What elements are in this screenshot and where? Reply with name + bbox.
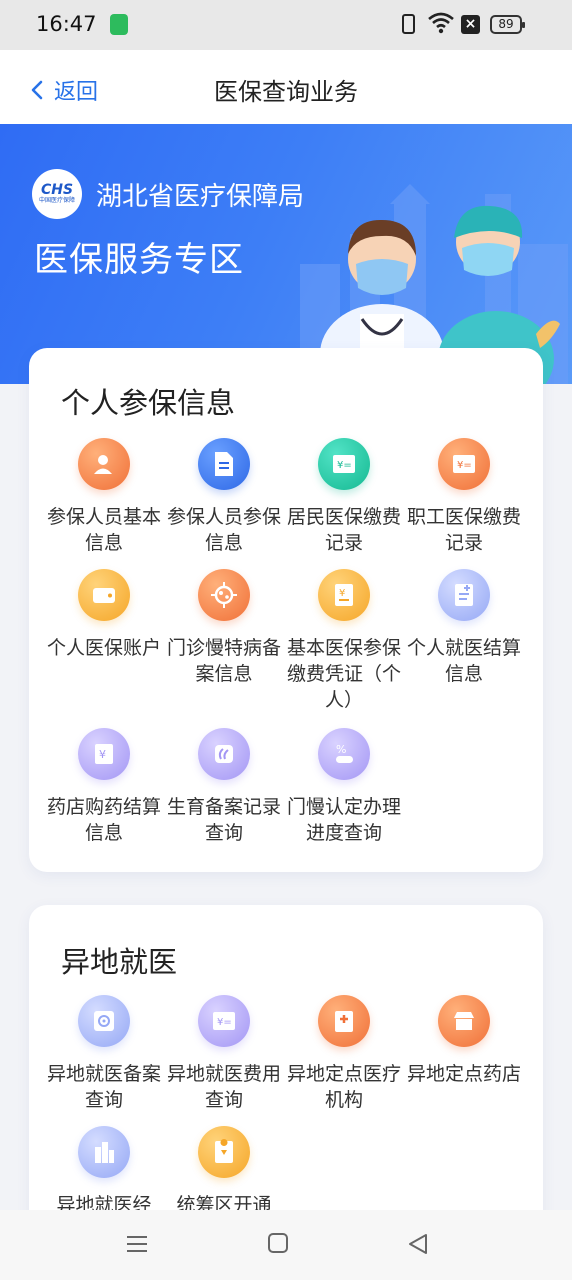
grid-item-remote-pharmacies[interactable]: 异地定点药店 xyxy=(404,995,524,1087)
grid-item-label: 异地定点药店 xyxy=(406,1063,521,1085)
grid-item-payment-voucher[interactable]: ¥ 基本医保参保缴费凭证（个人） xyxy=(284,569,404,713)
grid-item-pharmacy-settlement[interactable]: ¥ 药店购药结算信息 xyxy=(44,728,164,846)
zone-title: 医保服务专区 xyxy=(34,240,244,280)
wifi-icon xyxy=(428,12,454,34)
section-title: 个人参保信息 xyxy=(61,386,236,420)
maternity-icon xyxy=(198,728,250,780)
org-name: 湖北省医疗保障局 xyxy=(96,182,305,212)
store-icon xyxy=(438,995,490,1047)
grid-item-label: 异地定点医疗机构 xyxy=(286,1063,401,1111)
grid-item-chronic-disease[interactable]: 门诊慢特病备案信息 xyxy=(164,569,284,687)
back-nav-icon[interactable] xyxy=(407,1232,429,1256)
personal-insurance-card: 个人参保信息 参保人员基本信息 参保人员参保信息 ¥= 居民医保缴费记录 ¥= … xyxy=(29,348,543,872)
location-doc-icon xyxy=(198,1126,250,1178)
vibrate-icon xyxy=(402,14,415,34)
grid-item-employee-payment[interactable]: ¥= 职工医保缴费记录 xyxy=(404,438,524,556)
grid-item-label: 个人医保账户 xyxy=(46,637,161,659)
grid-item-insured-info[interactable]: 参保人员参保信息 xyxy=(164,438,284,556)
grid-item-label: 参保人员基本信息 xyxy=(46,506,161,554)
battery-icon: 89 xyxy=(490,15,525,34)
virus-icon xyxy=(198,569,250,621)
hospital-icon xyxy=(318,995,370,1047)
safe-icon xyxy=(78,995,130,1047)
app-notification-icon xyxy=(110,14,128,35)
grid-item-label: 门慢认定办理进度查询 xyxy=(286,796,401,844)
section-title: 异地就医 xyxy=(61,945,178,979)
grid-item-pooling-area[interactable]: 统筹区开通 xyxy=(164,1126,284,1218)
receipt-icon: ¥= xyxy=(438,438,490,490)
grid-item-label: 生育备案记录查询 xyxy=(166,796,281,844)
grid-item-label: 参保人员参保信息 xyxy=(166,506,281,554)
hero-banner: CHS 中国医疗保障 湖北省医疗保障局 医保服务专区 xyxy=(0,124,572,384)
svg-text:¥: ¥ xyxy=(99,748,106,761)
pharmacy-bill-icon: ¥ xyxy=(78,728,130,780)
nav-bar: 返回 医保查询业务 xyxy=(0,50,572,124)
grid-item-label: 药店购药结算信息 xyxy=(46,796,161,844)
grid-item-basic-info[interactable]: 参保人员基本信息 xyxy=(44,438,164,556)
page-title: 医保查询业务 xyxy=(214,78,358,106)
document-icon xyxy=(198,438,250,490)
status-time: 16:47 xyxy=(36,12,97,36)
receipt-icon: ¥= xyxy=(318,438,370,490)
receipt-icon: ¥= xyxy=(198,995,250,1047)
grid-item-remote-hospitals[interactable]: 异地定点医疗机构 xyxy=(284,995,404,1113)
grid-item-personal-account[interactable]: 个人医保账户 xyxy=(44,569,164,661)
wallet-icon xyxy=(78,569,130,621)
logo-text: CHS xyxy=(40,182,74,198)
grid-item-resident-payment[interactable]: ¥= 居民医保缴费记录 xyxy=(284,438,404,556)
grid-item-settlement-info[interactable]: 个人就医结算信息 xyxy=(404,569,524,687)
grid-item-label: 职工医保缴费记录 xyxy=(406,506,521,554)
grid-item-chronic-progress[interactable]: % 门慢认定办理进度查询 xyxy=(284,728,404,846)
grid-item-remote-agency[interactable]: 异地就医经 xyxy=(44,1126,164,1218)
logo-subtext: 中国医疗保障 xyxy=(38,197,75,204)
grid-item-remote-registration[interactable]: 异地就医备案查询 xyxy=(44,995,164,1113)
system-nav-bar xyxy=(0,1210,572,1280)
home-icon[interactable] xyxy=(267,1232,289,1254)
voucher-icon: ¥ xyxy=(318,569,370,621)
status-bar: 16:47 × 89 xyxy=(0,0,572,50)
grid-item-remote-expenses[interactable]: ¥= 异地就医费用查询 xyxy=(164,995,284,1113)
svg-text:%: % xyxy=(336,743,346,756)
grid-item-label: 门诊慢特病备案信息 xyxy=(166,637,281,685)
svg-text:¥: ¥ xyxy=(339,588,345,599)
grid-item-label: 居民医保缴费记录 xyxy=(286,506,401,554)
grid-item-label: 异地就医备案查询 xyxy=(46,1063,161,1111)
grid-item-maternity-record[interactable]: 生育备案记录查询 xyxy=(164,728,284,846)
grid-item-label: 异地就医费用查询 xyxy=(166,1063,281,1111)
pill-progress-icon: % xyxy=(318,728,370,780)
grid-item-label: 基本医保参保缴费凭证（个人） xyxy=(286,637,401,711)
medical-record-icon xyxy=(438,569,490,621)
svg-text:¥=: ¥= xyxy=(337,460,352,471)
svg-text:¥=: ¥= xyxy=(217,1017,232,1028)
building-icon xyxy=(78,1126,130,1178)
menu-icon[interactable] xyxy=(125,1232,149,1256)
sim-off-icon: × xyxy=(461,15,480,34)
grid-item-label: 个人就医结算信息 xyxy=(406,637,521,685)
svg-text:¥=: ¥= xyxy=(457,460,472,471)
chs-logo: CHS 中国医疗保障 xyxy=(32,169,82,219)
person-icon xyxy=(78,438,130,490)
